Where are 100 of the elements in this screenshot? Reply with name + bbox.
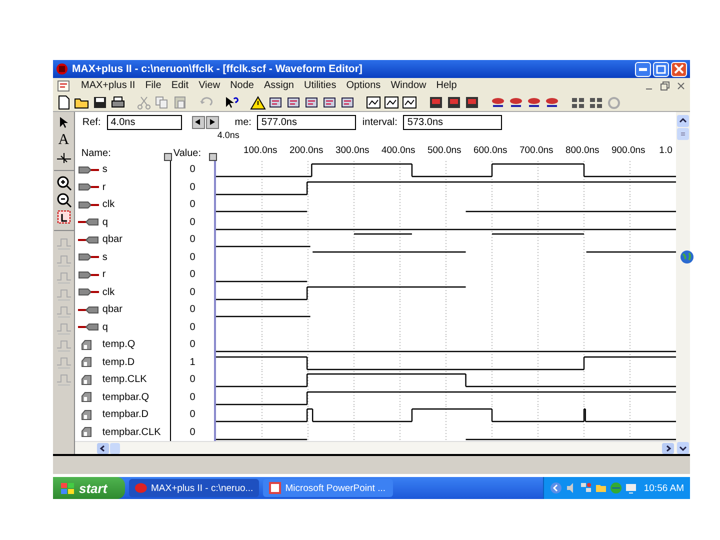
zoom-in-tool-icon[interactable] bbox=[54, 175, 73, 191]
signal-name[interactable]: r bbox=[100, 269, 170, 280]
menu-item[interactable]: Utilities bbox=[304, 80, 336, 91]
close-icon bbox=[674, 64, 684, 74]
signal-name[interactable]: tempbar.Q bbox=[100, 392, 170, 403]
node-icon bbox=[81, 410, 92, 420]
time-tick-label: 200.0ns bbox=[289, 145, 324, 156]
save-icon[interactable] bbox=[92, 94, 108, 110]
signal-name[interactable]: temp.Q bbox=[100, 339, 170, 350]
taskbar-button[interactable]: MAX+plus II - c:\neruo... bbox=[129, 479, 260, 497]
window-icon[interactable] bbox=[384, 94, 400, 110]
time-field[interactable]: 577.0ns bbox=[257, 114, 356, 130]
minimize-button[interactable] bbox=[635, 62, 651, 76]
scroll-left-icon[interactable] bbox=[97, 442, 110, 454]
node-icon bbox=[81, 392, 92, 402]
window-icon[interactable] bbox=[402, 94, 418, 110]
window-icon[interactable] bbox=[366, 94, 382, 110]
menu-item[interactable]: Window bbox=[390, 80, 426, 91]
menu-item[interactable]: Help bbox=[436, 80, 457, 91]
time-field[interactable]: 573.0ns bbox=[403, 114, 502, 130]
signal-name[interactable]: s bbox=[100, 252, 170, 263]
scroll-thumb[interactable] bbox=[677, 128, 690, 140]
output-pin-icon bbox=[78, 234, 100, 245]
maximize-button[interactable] bbox=[653, 62, 669, 76]
column-handle[interactable] bbox=[164, 153, 172, 161]
restore-icon[interactable] bbox=[660, 80, 670, 90]
node-icon bbox=[81, 340, 92, 350]
slide-icon bbox=[269, 482, 282, 494]
time-tick-label: 900.0ns bbox=[611, 145, 646, 156]
next-button[interactable] bbox=[206, 116, 219, 128]
signal-value: 0 bbox=[170, 388, 214, 406]
signal-value: 0 bbox=[170, 196, 214, 214]
menu-item[interactable]: Assign bbox=[264, 80, 294, 91]
menu-item[interactable]: Options bbox=[346, 80, 381, 91]
taskbar-button[interactable]: Microsoft PowerPoint ... bbox=[263, 479, 394, 497]
minimize-icon bbox=[639, 68, 647, 70]
node-icon bbox=[81, 357, 92, 368]
cursor-handle[interactable] bbox=[209, 153, 218, 161]
windows-logo-icon bbox=[61, 482, 74, 494]
output-pin-icon bbox=[78, 322, 100, 332]
scroll-thumb[interactable] bbox=[110, 442, 120, 454]
signal-name[interactable]: r bbox=[100, 182, 170, 193]
fit-tool-icon[interactable] bbox=[54, 209, 73, 225]
menu-item[interactable]: View bbox=[198, 80, 220, 91]
previous-button[interactable] bbox=[192, 116, 205, 128]
signal-value: 0 bbox=[170, 284, 214, 301]
signal-value: 0 bbox=[170, 336, 214, 354]
signal-name[interactable]: clk bbox=[100, 199, 170, 210]
signal-name[interactable]: temp.D bbox=[100, 356, 170, 368]
globe-icon bbox=[680, 250, 694, 264]
signal-value: 1 bbox=[170, 354, 214, 371]
time-tick-label: 300.0ns bbox=[335, 145, 370, 156]
text-tool[interactable]: A bbox=[54, 132, 73, 148]
close-icon[interactable] bbox=[676, 80, 686, 90]
menu-item[interactable]: MAX+plus II bbox=[81, 80, 136, 91]
signal-value: 0 bbox=[170, 318, 214, 336]
signal-value: 0 bbox=[170, 371, 214, 388]
signal-name[interactable]: s bbox=[100, 164, 170, 176]
document-icon bbox=[57, 80, 71, 92]
input-pin-icon bbox=[78, 252, 100, 262]
scroll-up-icon[interactable] bbox=[677, 115, 690, 127]
signal-name[interactable]: q bbox=[100, 322, 170, 333]
signal-value: 0 bbox=[170, 266, 214, 284]
signal-name[interactable]: temp.CLK bbox=[100, 374, 170, 386]
signal-name[interactable]: clk bbox=[100, 286, 170, 298]
menu-item[interactable]: Node bbox=[230, 80, 254, 91]
app-logo-icon bbox=[135, 483, 148, 493]
monitor-icon[interactable] bbox=[624, 482, 637, 494]
field-label: Ref: bbox=[82, 116, 101, 128]
signal-value: 0 bbox=[170, 178, 214, 196]
scroll-right-icon[interactable] bbox=[662, 442, 674, 454]
menu-item[interactable]: File bbox=[145, 80, 162, 91]
output-pin-icon bbox=[78, 304, 100, 315]
close-button[interactable] bbox=[671, 62, 687, 76]
menu-item[interactable]: Edit bbox=[171, 80, 189, 91]
scroll-down-icon[interactable] bbox=[677, 442, 690, 454]
time-tick-label: 1.0 bbox=[659, 145, 672, 156]
time-field[interactable]: 4.0ns bbox=[106, 114, 182, 130]
warning-icon[interactable] bbox=[250, 94, 266, 110]
column-header: Name: bbox=[81, 148, 111, 159]
signal-value: 0 bbox=[170, 214, 214, 231]
zoom-out-tool-icon[interactable] bbox=[54, 192, 73, 208]
network-icon[interactable] bbox=[580, 482, 592, 494]
signal-name[interactable]: qbar bbox=[100, 234, 170, 246]
signal-name[interactable]: tempbar.CLK bbox=[100, 426, 170, 438]
time-tick-label: 600.0ns bbox=[473, 145, 508, 156]
window-title: MAX+plus II - c:\neruon\ffclk - [ffclk.scf - Waveform Editor] bbox=[72, 63, 362, 75]
input-pin-icon bbox=[78, 200, 100, 210]
left-arrow-icon bbox=[195, 119, 202, 125]
help-icon[interactable] bbox=[224, 94, 240, 110]
column-header: Value: bbox=[173, 148, 202, 159]
clock: 10:56 AM bbox=[644, 482, 684, 494]
time-tick-label: 400.0ns bbox=[381, 145, 416, 156]
output-pin-icon bbox=[78, 217, 100, 228]
signal-name[interactable]: tempbar.D bbox=[100, 409, 170, 420]
time-tick-label: 100.0ns bbox=[243, 145, 278, 156]
print-icon[interactable] bbox=[110, 94, 126, 110]
signal-name[interactable]: qbar bbox=[100, 304, 170, 316]
signal-name[interactable]: q bbox=[100, 216, 170, 228]
maximize-icon bbox=[656, 64, 666, 74]
